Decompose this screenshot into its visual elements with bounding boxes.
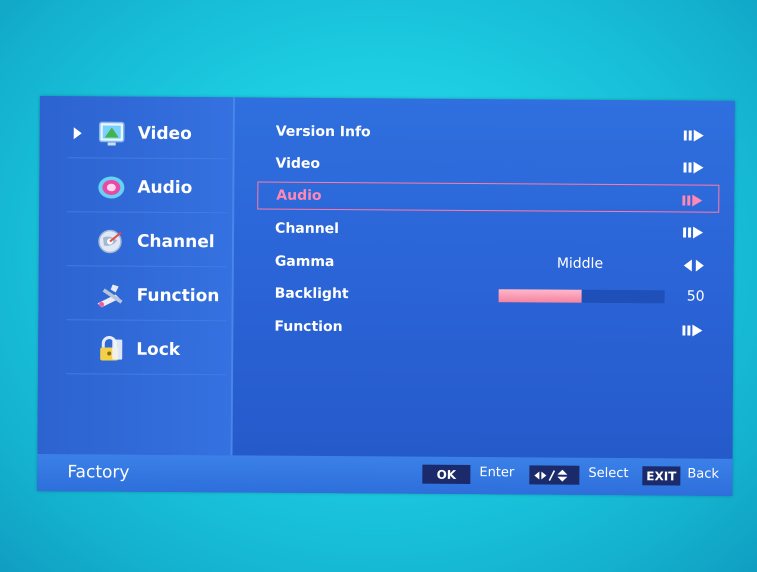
backlight-value: 50 [686,288,705,305]
select-hint: Select [588,465,629,482]
submenu-arrow-icon [683,129,704,142]
ok-key: OK [422,464,471,485]
row-label: Audio [276,187,322,204]
row-label: Gamma [274,253,335,271]
enter-hint: Enter [479,465,515,481]
menu-row-audio[interactable]: Audio [257,181,720,213]
left-right-arrows-icon[interactable] [683,259,705,272]
menu-row-video[interactable]: Video [257,150,719,181]
speaker-icon [98,176,125,199]
sidebar-item-label: Video [137,123,192,145]
sidebar-item-label: Lock [136,339,181,360]
monitor-icon [98,121,125,146]
menu-row-function[interactable]: Function [256,313,718,344]
sidebar-item-video[interactable]: Video [67,109,228,160]
navigation-keys-icon [529,465,580,485]
menu-row-gamma[interactable]: Gamma Middle [257,248,719,279]
menu-row-backlight[interactable]: Backlight 50 [257,280,719,311]
row-label: Video [275,155,321,172]
sidebar-item-label: Function [136,285,220,307]
submenu-arrow-icon [682,324,703,337]
backlight-slider[interactable] [498,289,665,304]
category-sidebar: Video Audio Channel Function Lock [37,96,235,456]
sidebar-item-lock[interactable]: Lock [66,325,227,376]
row-label: Function [274,318,343,336]
padlock-icon [100,336,123,361]
menu-row-version-info[interactable]: Version Info [258,118,720,149]
backlight-slider-fill [498,289,582,303]
row-label: Version Info [275,123,371,141]
gamma-value: Middle [556,255,604,272]
sidebar-item-audio[interactable]: Audio [67,163,228,214]
osd-footer: Factory OK Enter Select EXIT Back [37,453,733,496]
sidebar-item-function[interactable]: Function [66,271,227,322]
satellite-icon [98,229,122,254]
settings-list: Version Info Video Audio Channel Gamma M… [257,118,720,337]
submenu-arrow-icon [682,194,703,207]
sidebar-item-label: Audio [137,177,193,199]
exit-key: EXIT [642,466,681,486]
menu-title: Factory [67,462,130,483]
tools-icon [97,284,123,308]
back-hint: Back [687,466,719,482]
osd-menu-panel: Video Audio Channel Function Lock Versio… [37,96,735,496]
sidebar-item-channel[interactable]: Channel [66,217,228,268]
submenu-arrow-icon [683,161,704,174]
menu-row-channel[interactable]: Channel [257,215,719,246]
sidebar-item-label: Channel [136,231,215,253]
submenu-arrow-icon [683,226,704,239]
row-label: Channel [275,220,340,238]
row-label: Backlight [274,285,349,303]
